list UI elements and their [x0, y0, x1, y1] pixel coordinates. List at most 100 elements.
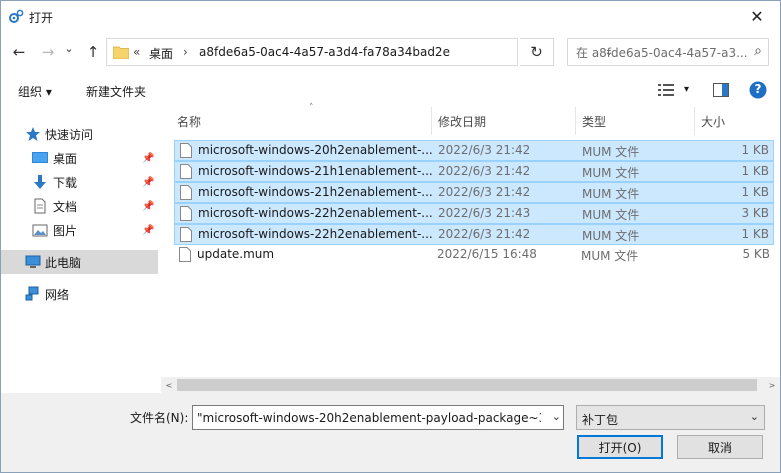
open-file-dialog: 打开 ✕ ← → ⌄ ↑ « 桌面 › a8fde6a5-0ac4-4a57-a…	[0, 0, 781, 473]
file-name: update.mum	[197, 247, 275, 261]
file-size: 1 KB	[741, 185, 769, 199]
open-button-label: 打开(O)	[598, 440, 642, 455]
chevron-down-icon[interactable]: ⌄	[552, 410, 561, 423]
file-type: MUM 文件	[581, 249, 639, 263]
column-header-type[interactable]: 类型	[576, 107, 695, 135]
recent-locations-button[interactable]: ⌄	[61, 37, 77, 59]
column-label: 修改日期	[438, 115, 487, 129]
breadcrumb-overflow[interactable]: «	[133, 45, 140, 59]
sidebar-item-this-pc[interactable]: 此电脑	[1, 250, 158, 274]
close-button[interactable]: ✕	[734, 1, 780, 32]
pin-icon[interactable]: 📌	[142, 177, 154, 188]
sidebar-item-label: 快速访问	[45, 127, 94, 142]
file-icon	[180, 143, 192, 158]
file-row[interactable]: microsoft-windows-21h2enablement-... 202…	[174, 182, 774, 203]
file-icon	[180, 185, 192, 200]
close-icon: ✕	[750, 7, 764, 26]
view-options-button[interactable]	[657, 81, 675, 99]
sidebar-item-documents[interactable]: 文档 📌	[1, 194, 158, 218]
file-type: MUM 文件	[582, 208, 640, 222]
dialog-footer: 文件名(N): "microsoft-windows-20h2enablemen…	[1, 393, 780, 472]
file-name: microsoft-windows-22h2enablement-...	[198, 206, 433, 220]
file-size: 3 KB	[741, 206, 769, 220]
organize-button[interactable]: 组织 ▾	[18, 83, 52, 100]
file-name: microsoft-windows-20h2enablement-...	[198, 143, 433, 157]
cancel-button-label: 取消	[707, 440, 732, 455]
arrow-right-icon: →	[41, 43, 55, 61]
file-size: 5 KB	[742, 247, 770, 261]
file-row[interactable]: microsoft-windows-21h1enablement-... 202…	[174, 161, 774, 182]
pin-icon[interactable]: 📌	[142, 153, 154, 164]
scroll-right-button[interactable]: >	[764, 377, 780, 393]
file-name: microsoft-windows-21h1enablement-...	[198, 164, 433, 178]
file-date: 2022/6/3 21:42	[438, 185, 531, 199]
sidebar-item-label: 此电脑	[45, 255, 82, 270]
column-header-name[interactable]: 名称 ˄	[174, 103, 432, 135]
address-bar[interactable]: « 桌面 › a8fde6a5-0ac4-4a57-a3d4-fa78a34ba…	[106, 38, 613, 66]
cancel-button[interactable]: 取消	[677, 435, 763, 459]
breadcrumb-item-folder[interactable]: a8fde6a5-0ac4-4a57-a3d4-fa78a34bad2e	[199, 45, 450, 59]
sidebar-item-label: 网络	[45, 287, 70, 302]
help-button[interactable]: ?	[749, 81, 767, 99]
file-name: microsoft-windows-21h2enablement-...	[198, 185, 433, 199]
network-icon	[25, 286, 39, 301]
window-title: 打开	[29, 11, 54, 25]
file-size: 1 KB	[741, 164, 769, 178]
navigation-bar: ← → ⌄ ↑ « 桌面 › a8fde6a5-0ac4-4a57-a3d4-f…	[1, 32, 780, 72]
sidebar-item-network[interactable]: 网络	[1, 282, 158, 306]
sidebar-item-quick-access[interactable]: 快速访问	[1, 122, 158, 146]
filetype-select[interactable]: 补丁包 ⌄	[576, 405, 765, 430]
file-size: 1 KB	[741, 227, 769, 241]
file-date: 2022/6/3 21:42	[438, 143, 531, 157]
file-name: microsoft-windows-22h2enablement-...	[198, 227, 433, 241]
search-placeholder: 在 a8fde6a5-0ac4-4a57-a3...	[576, 45, 748, 60]
column-header-size[interactable]: 大小	[695, 107, 773, 135]
pin-icon[interactable]: 📌	[142, 225, 154, 236]
view-dropdown-icon[interactable]: ▾	[684, 84, 689, 95]
breadcrumb-item-desktop[interactable]: 桌面	[149, 45, 173, 62]
arrow-up-icon: ↑	[86, 43, 100, 61]
column-header-date[interactable]: 修改日期	[432, 107, 576, 135]
column-label: 类型	[582, 115, 607, 129]
file-row[interactable]: microsoft-windows-20h2enablement-... 202…	[174, 140, 774, 161]
file-row[interactable]: update.mum 2022/6/15 16:48 MUM 文件 5 KB	[174, 245, 774, 266]
file-icon	[180, 164, 192, 179]
scroll-left-button[interactable]: <	[161, 377, 177, 393]
refresh-button[interactable]: ↻	[520, 38, 554, 66]
desktop-icon	[32, 152, 48, 163]
back-button[interactable]: ←	[8, 41, 30, 63]
file-list: 名称 ˄ 修改日期 类型 大小 microsoft-windows-20h2en…	[161, 103, 780, 377]
picture-icon	[32, 224, 48, 237]
preview-pane-icon	[713, 83, 729, 97]
preview-pane-button[interactable]	[712, 81, 730, 99]
chevron-left-icon: <	[165, 380, 173, 390]
file-date: 2022/6/3 21:42	[438, 227, 531, 241]
sidebar-item-pictures[interactable]: 图片 📌	[1, 218, 158, 242]
up-button[interactable]: ↑	[82, 41, 104, 63]
column-label: 大小	[701, 115, 726, 129]
search-input[interactable]: 在 a8fde6a5-0ac4-4a57-a3... ⌕	[567, 38, 769, 66]
sidebar-item-label: 图片	[53, 223, 78, 238]
file-icon	[180, 227, 192, 242]
forward-button[interactable]: →	[37, 41, 59, 63]
chevron-down-icon: ⌄	[749, 410, 759, 423]
file-date: 2022/6/3 21:42	[438, 164, 531, 178]
title-bar: 打开 ✕	[1, 1, 780, 32]
breadcrumb-separator[interactable]: ›	[183, 45, 188, 59]
sidebar-item-desktop[interactable]: 桌面 📌	[1, 146, 158, 170]
sidebar-item-label: 文档	[53, 199, 78, 214]
sidebar-item-label: 桌面	[53, 151, 78, 166]
help-glyph: ?	[754, 82, 762, 96]
filename-input[interactable]: "microsoft-windows-20h2enablement-payloa…	[192, 405, 564, 430]
sidebar-item-downloads[interactable]: 下载 📌	[1, 170, 158, 194]
file-type: MUM 文件	[582, 166, 640, 180]
scrollbar-thumb[interactable]	[177, 379, 757, 391]
file-row[interactable]: microsoft-windows-22h2enablement-... 202…	[174, 203, 774, 224]
sort-ascending-icon: ˄	[309, 103, 314, 113]
file-row[interactable]: microsoft-windows-22h2enablement-... 202…	[174, 224, 774, 245]
chevron-right-icon: >	[768, 380, 776, 390]
horizontal-scrollbar[interactable]: < >	[161, 377, 780, 393]
new-folder-button[interactable]: 新建文件夹	[86, 83, 146, 100]
pin-icon[interactable]: 📌	[142, 201, 154, 212]
open-button[interactable]: 打开(O)	[577, 435, 663, 459]
